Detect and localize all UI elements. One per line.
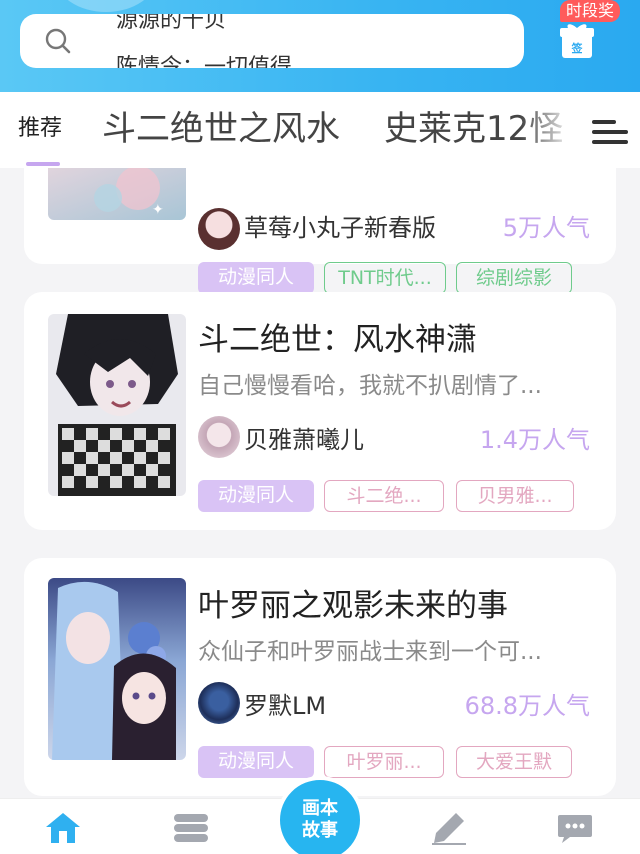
create-story-label: 画本故事 bbox=[302, 798, 338, 841]
author-name[interactable]: 罗默LM bbox=[244, 686, 326, 721]
story-cover bbox=[48, 578, 186, 760]
tag[interactable]: 大爱王默 bbox=[456, 746, 572, 778]
tag[interactable]: 贝男雅... bbox=[456, 480, 574, 512]
cover-art bbox=[56, 314, 178, 496]
author-avatar[interactable] bbox=[198, 416, 240, 458]
story-cover: ✦ bbox=[48, 168, 186, 220]
author-avatar[interactable] bbox=[198, 682, 240, 724]
author-name[interactable]: 草莓小丸子新春版 bbox=[244, 208, 436, 243]
story-card[interactable]: 斗二绝世：风水神潇 自己慢慢看哈，我就不扒剧情了... 贝雅萧曦儿 1.4万人气… bbox=[24, 292, 616, 530]
sign-in-gift-button[interactable]: 时段奖 签 bbox=[554, 0, 630, 66]
tag[interactable]: 叶罗丽... bbox=[324, 746, 444, 778]
menu-icon[interactable] bbox=[592, 116, 628, 148]
search-hint: 陈情令：一切值得 bbox=[116, 55, 293, 68]
tag[interactable]: 综剧综影 bbox=[456, 262, 572, 294]
stack-icon[interactable] bbox=[172, 811, 210, 845]
tag[interactable]: 动漫同人 bbox=[198, 262, 314, 294]
author-avatar[interactable] bbox=[198, 208, 240, 250]
search-icon bbox=[45, 28, 71, 54]
home-icon[interactable] bbox=[44, 811, 82, 845]
popularity-count: 68.8万人气 bbox=[464, 692, 590, 720]
header-decoration bbox=[56, 0, 156, 12]
tab-item[interactable]: 斗二绝世之风水 bbox=[102, 92, 340, 168]
story-title[interactable]: 斗二绝世：风水神潇 bbox=[198, 314, 477, 359]
active-tab-indicator bbox=[26, 162, 60, 166]
chat-icon[interactable] bbox=[556, 811, 594, 845]
story-card[interactable]: 叶罗丽之观影未来的事 众仙子和叶罗丽战士来到一个可... 罗默LM 68.8万人… bbox=[24, 558, 616, 796]
popularity-count: 1.4万人气 bbox=[479, 426, 590, 454]
cover-art: ✦ bbox=[94, 168, 164, 218]
gift-sign-label: 签 bbox=[571, 42, 583, 55]
popularity-count: 5万人气 bbox=[502, 214, 590, 242]
pen-icon[interactable] bbox=[430, 811, 468, 845]
story-cover bbox=[48, 314, 186, 496]
header: 源源的千贝 陈情令：一切值得 时段奖 签 bbox=[0, 0, 640, 92]
story-title[interactable]: 叶罗丽之观影未来的事 bbox=[198, 580, 508, 625]
gift-badge: 时段奖 bbox=[560, 0, 621, 22]
tab-recommended[interactable]: 推荐 bbox=[18, 92, 62, 168]
author-name[interactable]: 贝雅萧曦儿 bbox=[244, 420, 364, 455]
story-card[interactable]: ✦ 草莓小丸子新春版 5万人气 动漫同人 TNT时代... 综剧综影 bbox=[24, 168, 616, 294]
search-bar[interactable]: 源源的千贝 陈情令：一切值得 bbox=[20, 14, 524, 68]
search-hint-previous: 源源的千贝 bbox=[116, 14, 227, 33]
create-story-button[interactable]: 画本故事 bbox=[276, 776, 364, 854]
tag[interactable]: 动漫同人 bbox=[198, 480, 314, 512]
story-description: 自己慢慢看哈，我就不扒剧情了... bbox=[198, 373, 542, 399]
story-feed: ✦ 草莓小丸子新春版 5万人气 动漫同人 TNT时代... 综剧综影 斗二绝世：… bbox=[0, 168, 640, 798]
tag[interactable]: 动漫同人 bbox=[198, 746, 314, 778]
tag[interactable]: 斗二绝... bbox=[324, 480, 444, 512]
svg-text:✦: ✦ bbox=[152, 202, 164, 218]
story-description: 众仙子和叶罗丽战士来到一个可... bbox=[198, 639, 542, 665]
tag[interactable]: TNT时代... bbox=[324, 262, 446, 294]
cover-art bbox=[52, 581, 176, 760]
category-tabs: 推荐 斗二绝世之风水 史莱克12怪 bbox=[0, 92, 640, 168]
